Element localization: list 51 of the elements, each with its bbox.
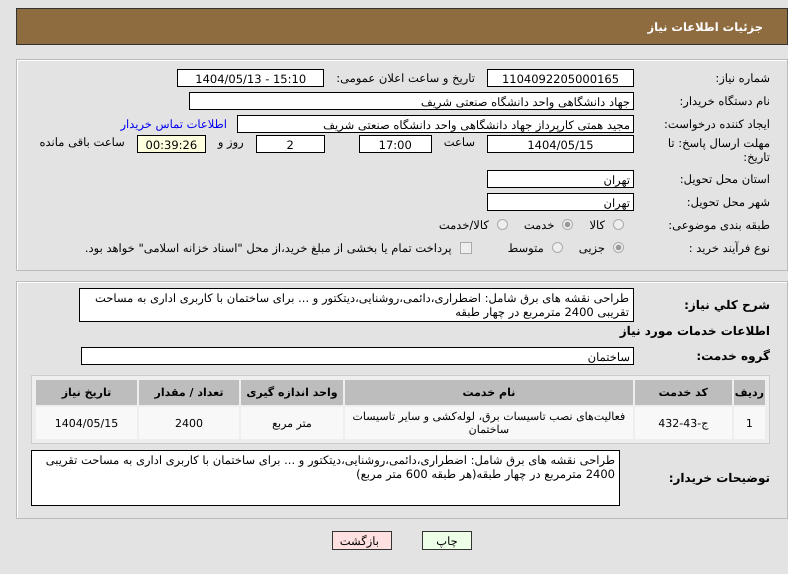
province-field: تهران <box>487 170 634 188</box>
buyer-contact-link[interactable]: اطلاعات تماس خریدار <box>120 116 227 130</box>
table-cell: 1404/05/15 <box>36 407 137 439</box>
field-label: مهلت ارسال پاسخ: تا تاریخ: <box>666 135 770 164</box>
field-label: گروه خدمت: <box>695 348 770 362</box>
field-label: نوع فرآیند خرید : <box>688 240 770 254</box>
days-label: روز و <box>218 135 244 149</box>
radio-label: خدمت <box>524 218 554 232</box>
field-label: تاریخ و ساعت اعلان عمومی: <box>336 70 475 84</box>
radio-label: متوسط <box>508 240 544 254</box>
section-heading: اطلاعات خدمات مورد نیاز <box>618 324 770 338</box>
table-cell: متر مربع <box>241 407 343 439</box>
days-field: 2 <box>256 135 325 153</box>
radio-label: جزیی <box>578 240 605 254</box>
table-cell: ج-43-432 <box>634 407 732 439</box>
column-header: واحد اندازه گیری <box>241 380 343 405</box>
description-textarea[interactable]: طراحی نقشه های برق شامل: اضطراری،دائمی،روشنایی،دیتکتور و ... برای ساختمان با کاربری اداری به مساحت تقریبی 2400 مترمربع در چهار طبقه <box>79 288 634 322</box>
table-cell: 2400 <box>139 407 239 439</box>
checkbox-label: پرداخت تمام یا بخشی از مبلغ خرید،از محل "اسناد خزانه اسلامی" خواهد بود. <box>84 240 452 254</box>
column-header: کد خدمت <box>634 380 732 405</box>
column-header: تاریخ نیاز <box>36 380 137 405</box>
print-button[interactable]: چاپ <box>422 531 472 550</box>
column-header: نام خدمت <box>345 380 633 405</box>
field-label: ایجاد کننده درخواست: <box>663 116 770 130</box>
field-label: نام دستگاه خریدار: <box>678 94 770 108</box>
time-label: ساعت <box>444 135 475 149</box>
field-label: توضیحات خریدار: <box>668 471 770 485</box>
buyer-notes-textarea[interactable]: طراحی نقشه های برق شامل: اضطراری،دائمی،روشنایی،دیتکتور و ... برای ساختمان با کاربری اداری به مساحت تقریبی 2400 مترمربع در چهار طبقه(هر طبقه 600 متر مربع) <box>31 450 620 506</box>
table-cell: فعالیت‌های نصب تاسیسات برق، لوله‌کشی و سایر تاسیسات ساختمان <box>345 407 633 439</box>
radio-label: کالا/خدمت <box>438 218 489 232</box>
column-header: ردیف <box>734 380 765 405</box>
city-field: تهران <box>487 192 634 210</box>
back-button[interactable]: بازگشت <box>332 531 392 550</box>
service-group-field: ساختمان <box>81 346 634 364</box>
field-label: شماره نیاز: <box>714 70 770 84</box>
remaining-time-field: 00:39:26 <box>136 135 206 153</box>
field-label: شهر محل تحویل: <box>686 194 770 208</box>
creator-field: مجید همتی کارپرداز جهاد دانشگاهی واحد دانشگاه صنعتی شریف <box>237 114 634 132</box>
need-number-field: 1104092205000165 <box>487 68 634 86</box>
radio-label: کالا <box>589 218 605 232</box>
remaining-label: ساعت باقی مانده <box>40 135 125 149</box>
buyer-org-field: جهاد دانشگاهی واحد دانشگاه صنعتی شریف <box>189 92 634 110</box>
page-title: جزئیات اطلاعات نیاز <box>647 20 763 34</box>
table-cell: 1 <box>734 407 765 439</box>
deadline-time-field: 17:00 <box>358 135 432 153</box>
field-label: شرح کلي نياز: <box>683 298 770 312</box>
deadline-date-field: 1404/05/15 <box>487 135 634 153</box>
field-label: طبقه بندی موضوعی: <box>667 218 770 232</box>
column-header: تعداد / مقدار <box>139 380 239 405</box>
announce-date-field: 1404/05/13 - 15:10 <box>177 68 324 86</box>
field-label: استان محل تحویل: <box>678 172 770 186</box>
